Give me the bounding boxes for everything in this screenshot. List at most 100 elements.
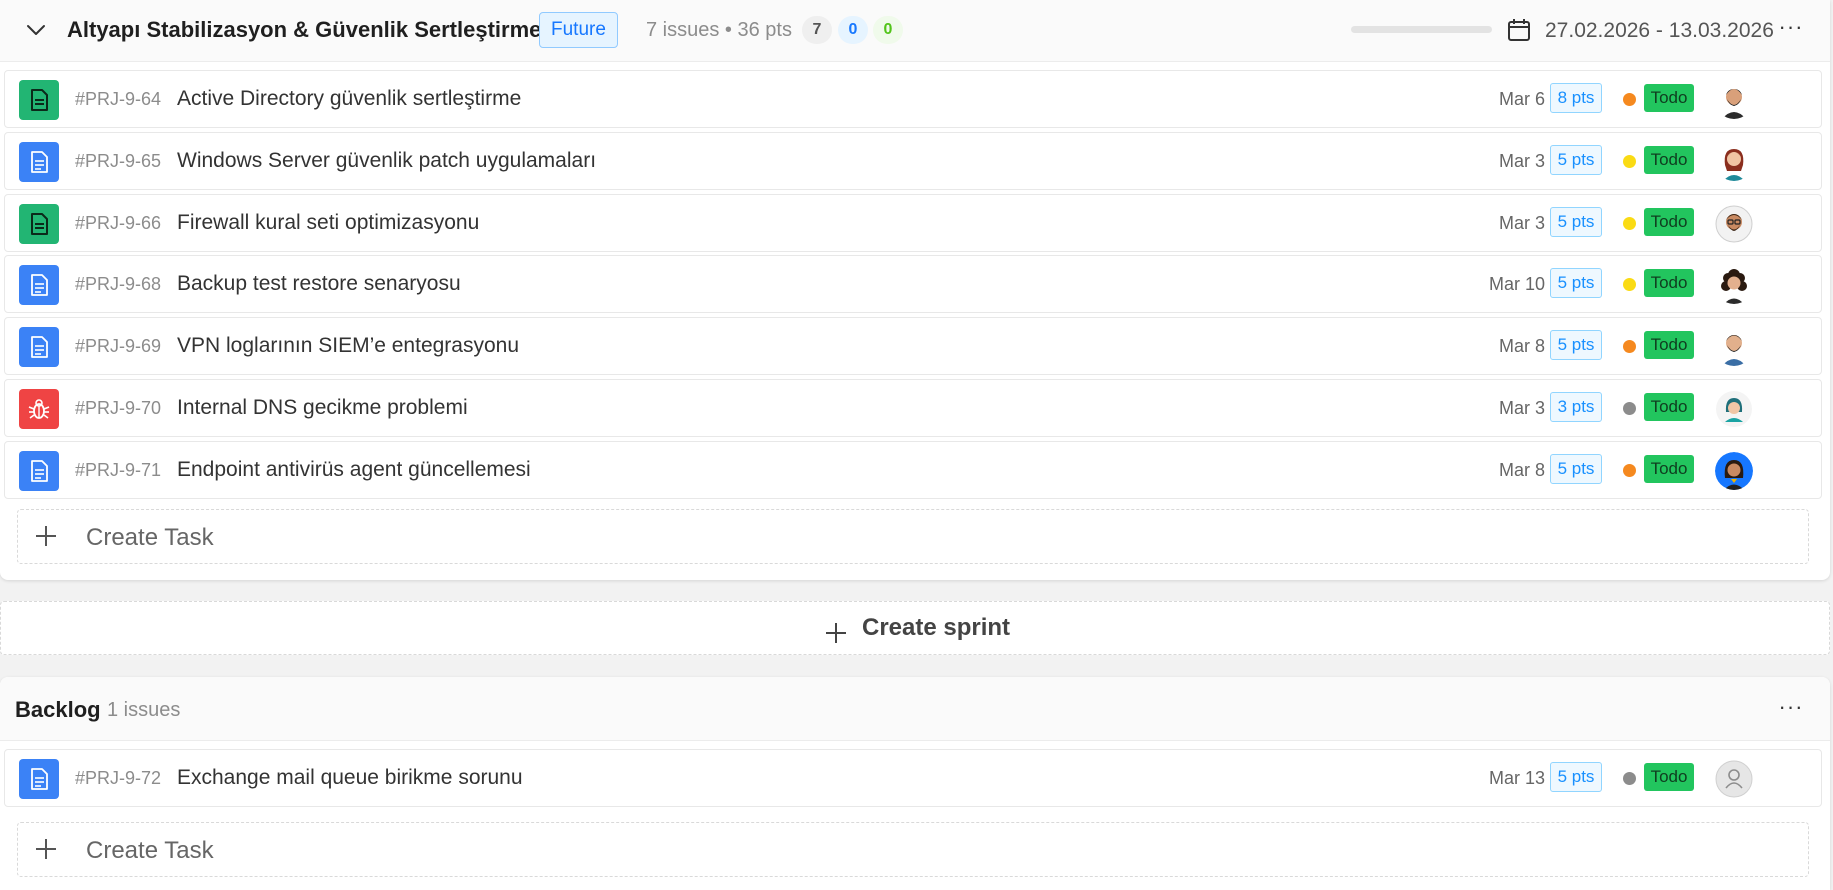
issue-row[interactable]: #PRJ-9-72 Exchange mail queue birikme sor… bbox=[4, 749, 1822, 807]
story-icon bbox=[19, 80, 59, 120]
status-badge[interactable]: Todo bbox=[1644, 454, 1694, 483]
issue-title[interactable]: Exchange mail queue birikme sorunu bbox=[177, 766, 523, 790]
issue-due-date: Mar 3 bbox=[1498, 212, 1545, 233]
issue-key[interactable]: #PRJ-9-64 bbox=[75, 89, 161, 110]
issue-due-date: Mar 3 bbox=[1498, 150, 1545, 171]
priority-dot-icon[interactable] bbox=[1623, 93, 1636, 106]
issue-title[interactable]: Endpoint antivirüs agent güncellemesi bbox=[177, 458, 531, 482]
task-icon bbox=[19, 450, 59, 491]
plus-icon bbox=[826, 623, 846, 643]
in-progress-count-badge: 0 bbox=[838, 16, 868, 44]
avatar-woman-curly[interactable] bbox=[1715, 266, 1753, 305]
sprint-panel: Altyapı Stabilizasyon & Güvenlik Sertleş… bbox=[0, 0, 1830, 580]
issue-row[interactable]: #PRJ-9-70 Internal DNS gecikme problemi Ma… bbox=[4, 379, 1822, 437]
create-task-button[interactable]: Create Task bbox=[17, 509, 1809, 564]
priority-dot-icon[interactable] bbox=[1623, 340, 1636, 354]
story-points-badge[interactable]: 3 pts bbox=[1550, 392, 1602, 422]
issue-due-date: Mar 13 bbox=[1488, 768, 1545, 788]
priority-dot-icon[interactable] bbox=[1623, 402, 1636, 415]
priority-dot-icon[interactable] bbox=[1623, 463, 1636, 477]
status-badge[interactable]: Todo bbox=[1644, 393, 1694, 421]
create-sprint-button[interactable]: Create sprint bbox=[0, 601, 1830, 655]
avatar-woman-teal[interactable] bbox=[1715, 390, 1753, 428]
avatar-unassigned[interactable] bbox=[1715, 760, 1753, 798]
issue-row[interactable]: #PRJ-9-64 Active Directory güvenlik sertl… bbox=[4, 70, 1822, 128]
story-points-badge[interactable]: 5 pts bbox=[1550, 144, 1602, 175]
issue-due-date: Mar 3 bbox=[1498, 398, 1545, 418]
backlog-count: 1 issues bbox=[107, 699, 181, 721]
status-badge[interactable]: Todo bbox=[1644, 331, 1694, 360]
issue-key[interactable]: #PRJ-9-68 bbox=[75, 274, 161, 295]
sprint-header: Altyapı Stabilizasyon & Güvenlik Sertleş… bbox=[0, 0, 1830, 62]
sprint-status-badge: Future bbox=[539, 12, 618, 48]
issue-due-date: Mar 8 bbox=[1498, 336, 1545, 357]
priority-dot-icon[interactable] bbox=[1623, 154, 1636, 168]
story-points-badge[interactable]: 5 pts bbox=[1550, 206, 1602, 237]
story-points-badge[interactable]: 5 pts bbox=[1550, 330, 1602, 361]
issue-row[interactable]: #PRJ-9-68 Backup test restore senaryosu Ma… bbox=[4, 255, 1822, 314]
sprint-title: Altyapı Stabilizasyon & Güvenlik Sertleş… bbox=[67, 17, 542, 42]
task-icon bbox=[19, 759, 59, 799]
issue-due-date: Mar 8 bbox=[1498, 459, 1545, 480]
backlog-header: Backlog 1 issues ··· bbox=[0, 677, 1830, 741]
issue-key[interactable]: #PRJ-9-69 bbox=[75, 336, 161, 357]
issue-due-date: Mar 10 bbox=[1488, 274, 1545, 295]
create-task-label: Create Task bbox=[86, 524, 214, 551]
calendar-icon[interactable] bbox=[1506, 17, 1532, 43]
sprint-progress-bar bbox=[1351, 26, 1492, 33]
plus-icon bbox=[36, 526, 56, 546]
avatar-woman-blue-bg[interactable] bbox=[1715, 451, 1753, 490]
page: Altyapı Stabilizasyon & Güvenlik Sertleş… bbox=[0, 0, 1833, 890]
backlog-panel: Backlog 1 issues ··· #PRJ-9-72 Exchange m… bbox=[0, 677, 1830, 890]
issue-key[interactable]: #PRJ-9-65 bbox=[75, 151, 161, 172]
story-points-badge[interactable]: 8 pts bbox=[1550, 83, 1602, 113]
more-options-icon[interactable]: ··· bbox=[1778, 696, 1804, 723]
story-points-badge[interactable]: 5 pts bbox=[1550, 268, 1602, 299]
issue-key[interactable]: #PRJ-9-66 bbox=[75, 213, 161, 234]
status-badge[interactable]: Todo bbox=[1644, 84, 1694, 112]
bug-icon bbox=[19, 389, 59, 429]
status-badge[interactable]: Todo bbox=[1644, 269, 1694, 298]
issue-title[interactable]: Active Directory güvenlik sertleştirme bbox=[177, 87, 521, 111]
avatar-man-glasses[interactable] bbox=[1715, 205, 1753, 243]
issue-title[interactable]: Firewall kural seti optimizasyonu bbox=[177, 211, 479, 235]
backlog-title: Backlog bbox=[15, 697, 101, 722]
task-icon bbox=[19, 327, 59, 368]
sprint-summary: 7 issues • 36 pts bbox=[646, 19, 792, 41]
task-icon bbox=[19, 265, 59, 306]
more-options-icon[interactable]: ··· bbox=[1778, 16, 1804, 43]
plus-icon bbox=[36, 839, 56, 859]
create-sprint-label: Create sprint bbox=[862, 614, 1011, 641]
issue-row[interactable]: #PRJ-9-71 Endpoint antivirüs agent güncel… bbox=[4, 440, 1822, 499]
avatar-man-beard[interactable] bbox=[1715, 81, 1753, 119]
status-badge[interactable]: Todo bbox=[1644, 207, 1694, 236]
sprint-date-range[interactable]: 27.02.2026 - 13.03.2026 bbox=[1545, 19, 1774, 43]
done-count-badge: 0 bbox=[873, 16, 903, 44]
todo-count-badge: 7 bbox=[802, 16, 832, 44]
priority-dot-icon[interactable] bbox=[1623, 278, 1636, 292]
issue-title[interactable]: Backup test restore senaryosu bbox=[177, 272, 461, 296]
priority-dot-icon[interactable] bbox=[1623, 216, 1636, 230]
status-badge[interactable]: Todo bbox=[1644, 145, 1694, 174]
avatar-man-blue-shirt[interactable] bbox=[1715, 328, 1753, 367]
issue-title[interactable]: VPN loglarının SIEM’e entegrasyonu bbox=[177, 334, 519, 358]
avatar-woman-auburn[interactable] bbox=[1715, 142, 1753, 181]
task-icon bbox=[19, 141, 59, 182]
status-badge[interactable]: Todo bbox=[1644, 763, 1694, 791]
issue-title[interactable]: Windows Server güvenlik patch uygulamala… bbox=[177, 149, 596, 173]
create-task-label: Create Task bbox=[86, 837, 214, 864]
issue-key[interactable]: #PRJ-9-70 bbox=[75, 398, 161, 419]
issue-key[interactable]: #PRJ-9-72 bbox=[75, 768, 161, 789]
issue-row[interactable]: #PRJ-9-69 VPN loglarının SIEM’e entegrasy… bbox=[4, 317, 1822, 376]
create-task-button[interactable]: Create Task bbox=[17, 822, 1809, 877]
issue-key[interactable]: #PRJ-9-71 bbox=[75, 460, 161, 481]
story-icon bbox=[19, 203, 59, 244]
chevron-down-icon[interactable] bbox=[24, 18, 48, 42]
priority-dot-icon[interactable] bbox=[1623, 772, 1636, 785]
issue-due-date: Mar 6 bbox=[1498, 89, 1545, 109]
story-points-badge[interactable]: 5 pts bbox=[1550, 762, 1602, 792]
issue-row[interactable]: #PRJ-9-66 Firewall kural seti optimizasyo… bbox=[4, 193, 1822, 252]
issue-row[interactable]: #PRJ-9-65 Windows Server güvenlik patch u… bbox=[4, 131, 1822, 190]
issue-title[interactable]: Internal DNS gecikme problemi bbox=[177, 396, 468, 420]
story-points-badge[interactable]: 5 pts bbox=[1550, 453, 1602, 484]
